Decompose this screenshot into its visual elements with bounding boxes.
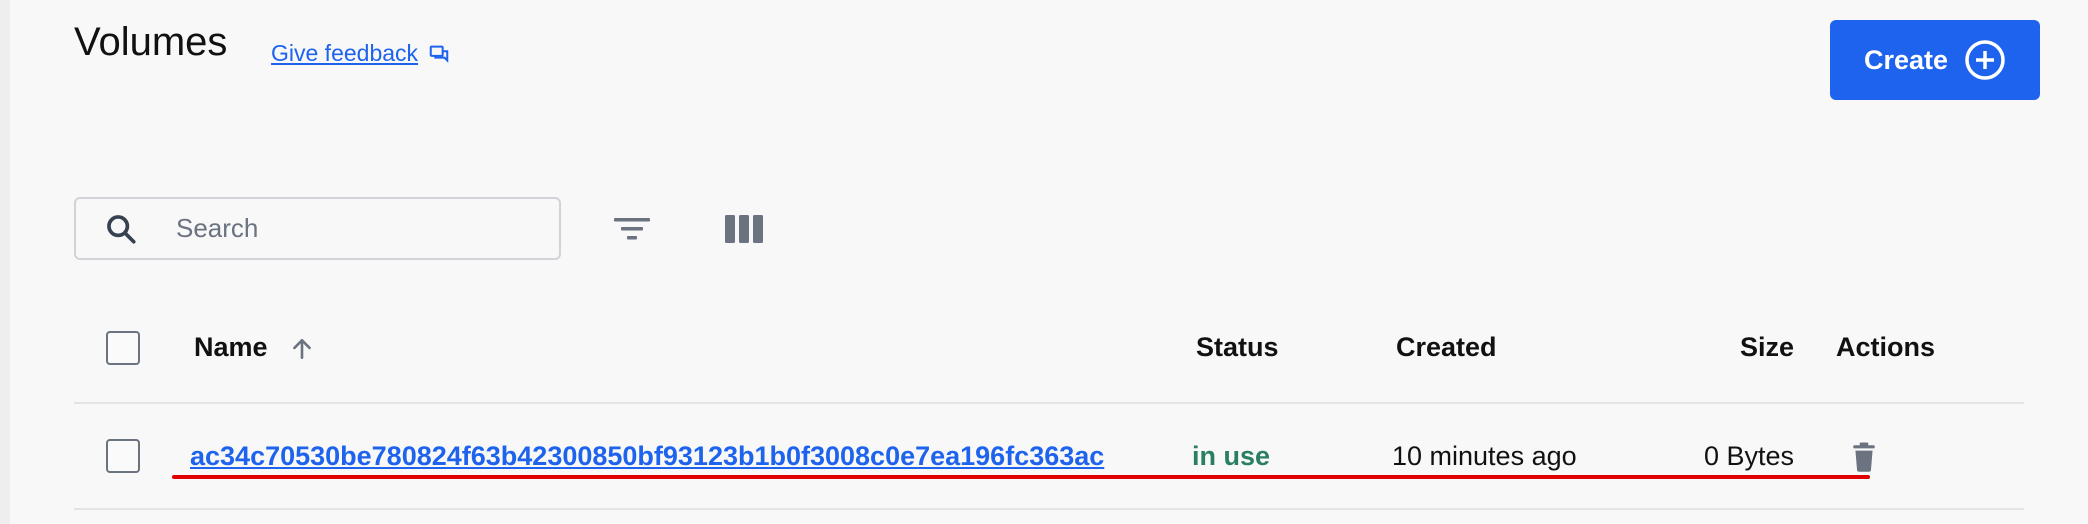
annotation-underline [172,475,1870,479]
row-divider [74,508,2024,510]
created-cell: 10 minutes ago [1392,441,1577,471]
trash-icon[interactable] [1851,442,1877,472]
create-button-label: Create [1863,44,1949,75]
volume-name-link[interactable]: ac34c70530be780824f63b42300850bf93123b1b… [190,441,1175,472]
column-header-actions: Actions [1836,332,1936,362]
search-icon [107,214,136,244]
row-checkbox[interactable] [106,439,140,473]
sort-ascending-icon[interactable] [289,336,315,362]
plus-circle-icon [1965,40,2005,80]
create-button[interactable]: Create [1830,20,2040,100]
filter-icon[interactable] [612,212,652,246]
column-header-size[interactable]: Size [1740,332,1794,363]
size-cell: 0 Bytes [1704,441,1795,471]
columns-icon[interactable] [723,212,765,246]
select-all-checkbox[interactable] [106,331,140,365]
status-badge: in use [1192,441,1271,471]
column-header-name[interactable]: Name [194,332,268,363]
search-input[interactable] [174,212,498,245]
column-header-status[interactable]: Status [1196,332,1279,363]
feedback-icon [429,45,449,63]
left-edge [0,0,10,524]
column-header-created[interactable]: Created [1396,332,1497,363]
give-feedback-link[interactable]: Give feedback [271,40,450,67]
page-title: Volumes [74,20,228,64]
give-feedback-label: Give feedback [271,40,419,66]
header-divider [74,402,2024,404]
search-field[interactable] [74,197,561,260]
